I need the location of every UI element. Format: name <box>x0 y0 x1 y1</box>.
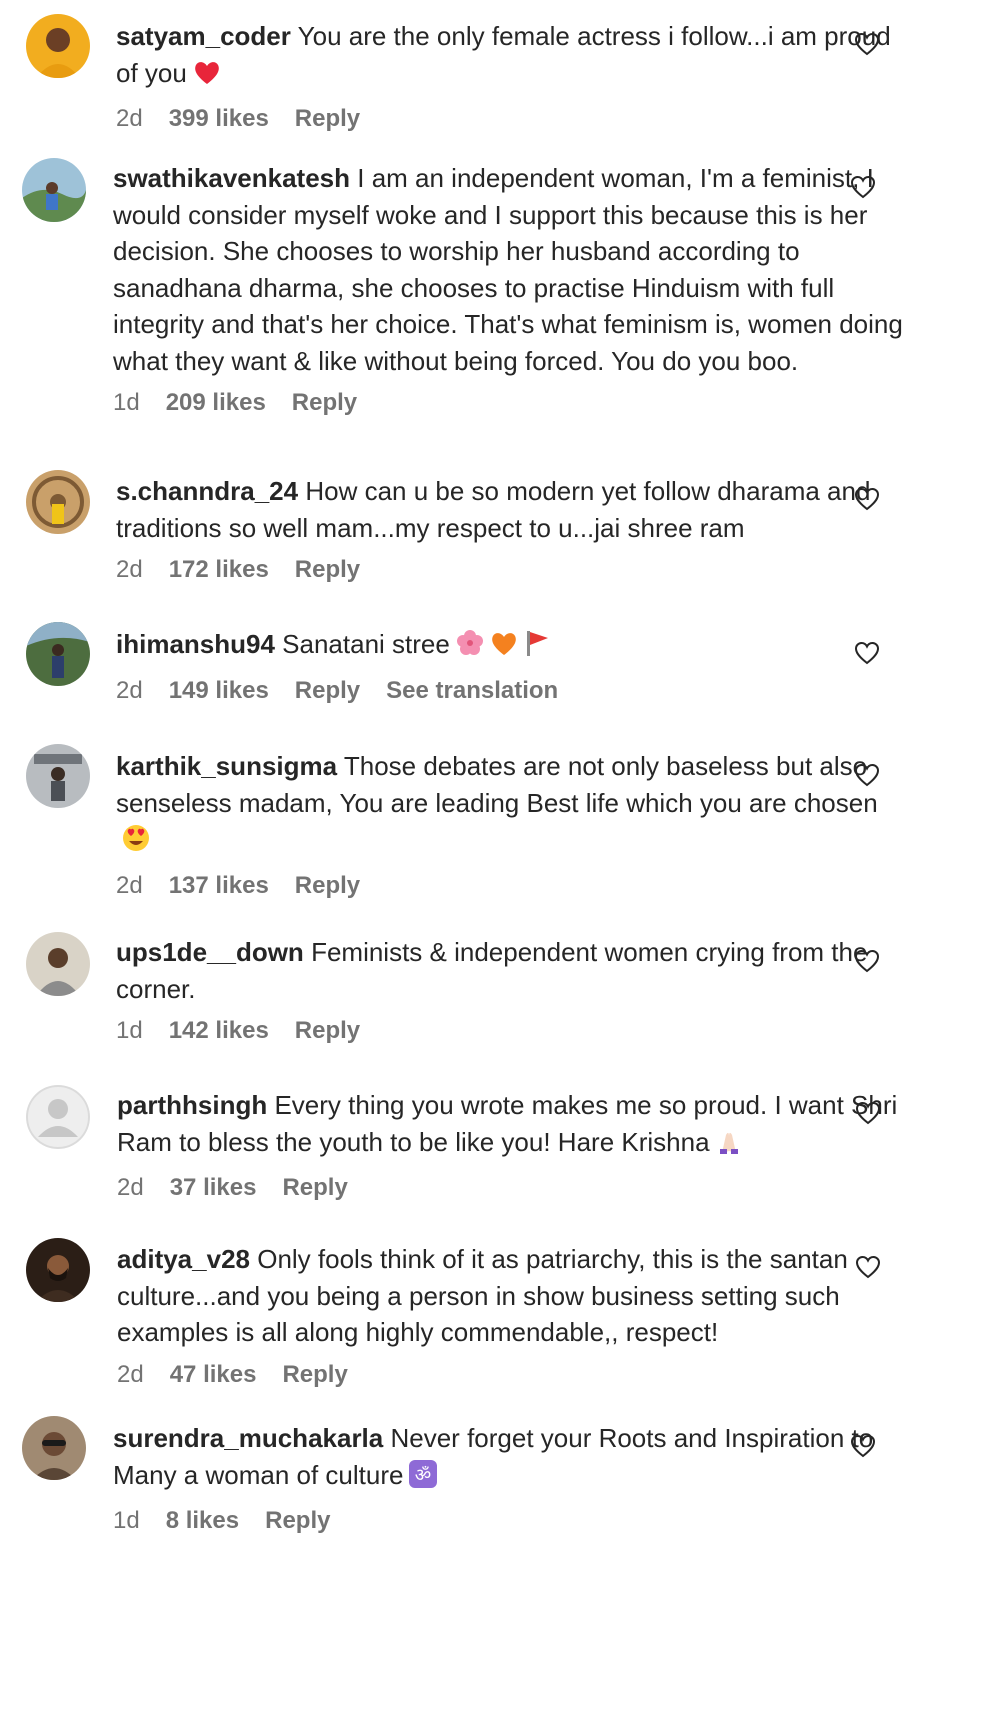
orange-heart-emoji-icon <box>490 630 518 667</box>
likes-count[interactable]: 37 likes <box>170 1174 257 1202</box>
comment-meta: 2d 149 likes Reply See translation <box>116 677 906 705</box>
like-heart-icon[interactable] <box>854 487 880 511</box>
likes-count[interactable]: 47 likes <box>170 1361 257 1389</box>
like-heart-icon[interactable] <box>854 949 880 973</box>
comment-meta: 2d 47 likes Reply <box>117 1361 907 1389</box>
reply-button[interactable]: Reply <box>295 556 360 584</box>
like-heart-icon[interactable] <box>854 641 880 665</box>
username[interactable]: aditya_v28 <box>117 1244 250 1274</box>
comment-time: 1d <box>116 1017 143 1044</box>
comment-text: karthik_sunsigma Those debates are not o… <box>116 748 906 862</box>
comment-meta: 2d 37 likes Reply <box>117 1174 907 1202</box>
username[interactable]: satyam_coder <box>116 21 291 51</box>
likes-count[interactable]: 8 likes <box>166 1507 239 1535</box>
comment-body: I am an independent woman, I'm a feminis… <box>113 163 903 376</box>
avatar[interactable] <box>26 932 90 996</box>
comment-time: 1d <box>113 1507 140 1534</box>
comment-time: 2d <box>117 1360 144 1388</box>
avatar[interactable] <box>26 1238 90 1302</box>
avatar[interactable] <box>26 470 90 534</box>
avatar[interactable] <box>22 158 86 222</box>
cherry-blossom-emoji-icon <box>456 629 484 667</box>
likes-count[interactable]: 142 likes <box>169 1017 269 1045</box>
reply-button[interactable]: Reply <box>282 1174 347 1202</box>
likes-count[interactable]: 149 likes <box>169 677 269 705</box>
avatar[interactable] <box>26 1085 90 1149</box>
likes-count[interactable]: 209 likes <box>166 389 266 417</box>
comment-text: aditya_v28 Only fools think of it as pat… <box>117 1241 907 1351</box>
like-heart-icon[interactable] <box>850 1434 876 1458</box>
comment-time: 2d <box>116 871 143 899</box>
comment-body: Sanatani stree <box>282 629 450 659</box>
comment-text: satyam_coder You are the only female act… <box>116 18 906 95</box>
comment-meta: 2d 399 likes Reply <box>116 105 906 133</box>
comment-text: parthhsingh Every thing you wrote makes … <box>117 1087 907 1164</box>
comment-time: 2d <box>116 676 143 704</box>
comment-text: s.channdra_24 How can u be so modern yet… <box>116 473 906 546</box>
see-translation-button[interactable]: See translation <box>386 677 558 705</box>
username[interactable]: s.channdra_24 <box>116 476 298 506</box>
like-heart-icon[interactable] <box>855 1101 881 1125</box>
username[interactable]: ups1de__down <box>116 937 304 967</box>
likes-count[interactable]: 399 likes <box>169 105 269 133</box>
comment-meta: 1d 209 likes Reply <box>113 389 903 417</box>
reply-button[interactable]: Reply <box>295 677 360 705</box>
avatar[interactable] <box>22 1416 86 1480</box>
reply-button[interactable]: Reply <box>295 1017 360 1045</box>
heart-eyes-emoji-icon <box>122 824 150 862</box>
reply-button[interactable]: Reply <box>265 1507 330 1535</box>
comment-time: 2d <box>117 1174 144 1201</box>
likes-count[interactable]: 172 likes <box>169 556 269 584</box>
username[interactable]: parthhsingh <box>117 1090 267 1120</box>
comment-text: ihimanshu94 Sanatani stree <box>116 626 906 667</box>
comment-meta: 2d 137 likes Reply <box>116 872 906 900</box>
like-heart-icon[interactable] <box>854 763 880 787</box>
red-heart-emoji-icon <box>193 59 221 96</box>
reply-button[interactable]: Reply <box>295 105 360 133</box>
username[interactable]: swathikavenkatesh <box>113 163 350 193</box>
reply-button[interactable]: Reply <box>292 389 357 417</box>
comment-time: 2d <box>116 105 143 132</box>
folded-hands-emoji-icon <box>716 1127 742 1165</box>
like-heart-icon[interactable] <box>855 1255 881 1279</box>
like-heart-icon[interactable] <box>850 175 876 199</box>
username[interactable]: surendra_muchakarla <box>113 1423 383 1453</box>
comment-text: ups1de__down Feminists & independent wom… <box>116 934 906 1007</box>
comment-text: surendra_muchakarla Never forget your Ro… <box>113 1420 903 1497</box>
svg-text:ॐ: ॐ <box>415 1465 431 1486</box>
comment-meta: 1d 8 likes Reply <box>113 1507 903 1535</box>
comment-meta: 2d 172 likes Reply <box>116 556 906 584</box>
avatar[interactable] <box>26 14 90 78</box>
comment-time: 2d <box>116 556 143 583</box>
username[interactable]: ihimanshu94 <box>116 629 275 659</box>
avatar[interactable] <box>26 622 90 686</box>
reply-button[interactable]: Reply <box>282 1361 347 1389</box>
like-heart-icon[interactable] <box>854 32 880 56</box>
comment-text: swathikavenkatesh I am an independent wo… <box>113 160 903 379</box>
comment-meta: 1d 142 likes Reply <box>116 1017 906 1045</box>
username[interactable]: karthik_sunsigma <box>116 751 337 781</box>
comment-time: 1d <box>113 389 140 416</box>
likes-count[interactable]: 137 likes <box>169 872 269 900</box>
reply-button[interactable]: Reply <box>295 872 360 900</box>
om-emoji-icon: ॐ <box>409 1459 438 1498</box>
red-flag-emoji-icon <box>524 629 550 667</box>
avatar[interactable] <box>26 744 90 808</box>
